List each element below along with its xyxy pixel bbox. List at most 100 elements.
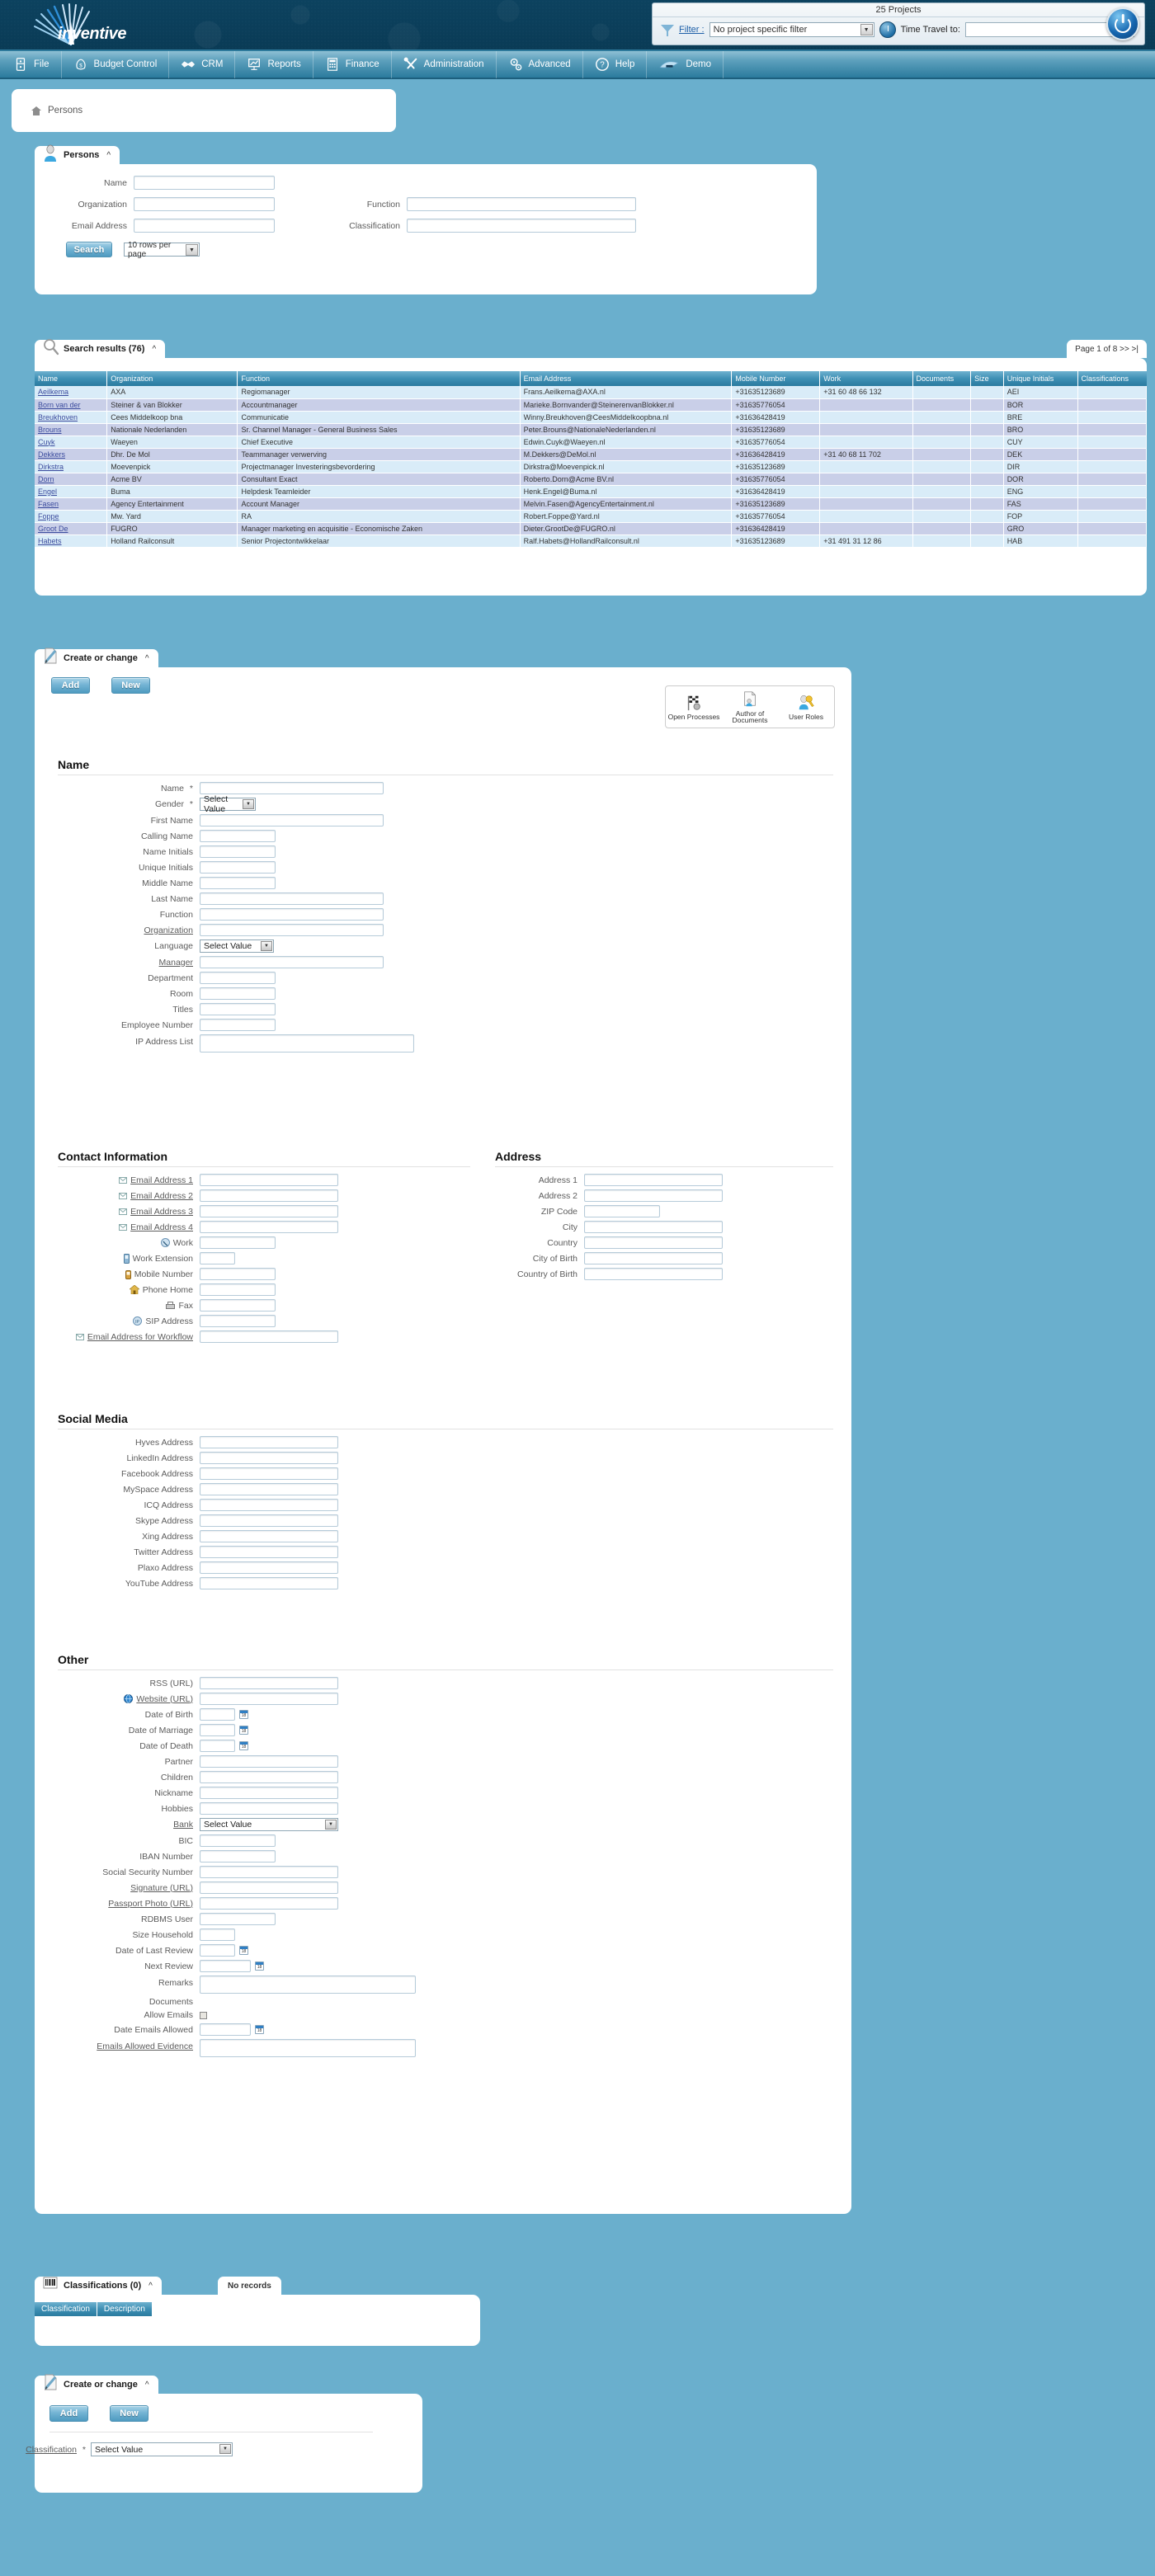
- col-description[interactable]: Description: [97, 2302, 153, 2316]
- field-input-name-initials[interactable]: [200, 845, 276, 858]
- menu-item-finance[interactable]: Finance: [314, 50, 392, 78]
- row-link[interactable]: Fasen: [38, 500, 59, 508]
- field-input-twitter-address[interactable]: [200, 1546, 338, 1558]
- field-label-organization[interactable]: Organization: [58, 925, 200, 935]
- power-icon[interactable]: [1106, 7, 1139, 40]
- field-input-fax[interactable]: [200, 1299, 276, 1312]
- field-input-facebook-address[interactable]: [200, 1467, 338, 1480]
- col-classification[interactable]: Classification: [35, 2302, 97, 2316]
- field-input-skype-address[interactable]: [200, 1514, 338, 1527]
- field-input-mobile-number[interactable]: [200, 1268, 276, 1280]
- field-input-date-of-birth[interactable]: [200, 1708, 235, 1721]
- field-input-phone-home[interactable]: [200, 1283, 276, 1296]
- row-link[interactable]: Groot De: [38, 525, 68, 533]
- action-author-of-documents[interactable]: Author of Documents: [724, 690, 776, 724]
- field-input-manager[interactable]: [200, 956, 384, 968]
- field-input-bank[interactable]: Select Value ▼: [200, 1818, 338, 1831]
- col-classifications[interactable]: Classifications: [1077, 371, 1147, 386]
- calendar-icon[interactable]: [255, 2025, 264, 2034]
- new-button[interactable]: New: [111, 677, 151, 694]
- search-name-input[interactable]: [134, 176, 275, 190]
- menu-item-advanced[interactable]: Advanced: [497, 50, 583, 78]
- col-mobile[interactable]: Mobile Number: [731, 371, 821, 386]
- add-button[interactable]: Add: [51, 677, 90, 694]
- search-email-input[interactable]: [134, 219, 275, 233]
- search-function-input[interactable]: [407, 197, 636, 211]
- row-link[interactable]: Cuyk: [38, 438, 55, 446]
- chevron-up-icon[interactable]: ^: [106, 151, 111, 160]
- search-organization-input[interactable]: [134, 197, 275, 211]
- field-input-rss-url[interactable]: [200, 1677, 338, 1689]
- field-input-country[interactable]: [584, 1236, 723, 1249]
- field-input-email-address-4[interactable]: [200, 1221, 338, 1233]
- field-input-website-url[interactable]: [200, 1693, 338, 1705]
- menu-item-crm[interactable]: CRM: [169, 50, 236, 78]
- field-input-plaxo-address[interactable]: [200, 1561, 338, 1574]
- rows-per-page-select[interactable]: 10 rows per page ▼: [124, 241, 200, 259]
- table-row[interactable]: Breukhoven Cees Middelkoop bna Communicati…: [35, 411, 1147, 424]
- field-label-email-address-4[interactable]: Email Address 4: [58, 1222, 200, 1232]
- field-input-partner[interactable]: [200, 1755, 338, 1768]
- field-label-email-address-2[interactable]: Email Address 2: [58, 1191, 200, 1201]
- field-input-passport-photo-url[interactable]: [200, 1897, 338, 1910]
- search-button[interactable]: Search: [66, 242, 112, 257]
- field-input-ip-address-list[interactable]: [200, 1034, 414, 1053]
- field-input-icq-address[interactable]: [200, 1499, 338, 1511]
- field-label-email-address-3[interactable]: Email Address 3: [58, 1207, 200, 1217]
- classification-create-tab[interactable]: Create or change ^: [35, 2374, 158, 2394]
- persons-tab[interactable]: Persons ^: [35, 144, 120, 164]
- field-input-hyves-address[interactable]: [200, 1436, 338, 1448]
- field-input-city[interactable]: [584, 1221, 723, 1233]
- field-input-zip-code[interactable]: [584, 1205, 660, 1217]
- field-label-manager[interactable]: Manager: [58, 958, 200, 968]
- field-input-xing-address[interactable]: [200, 1530, 338, 1542]
- search-results-tab[interactable]: Search results (76) ^: [35, 338, 166, 358]
- table-row[interactable]: Groot De FUGRO Manager marketing en acquis…: [35, 522, 1147, 535]
- table-row[interactable]: Engel Buma Helpdesk Teamleider Henk.Engel@B…: [35, 485, 1147, 498]
- cell-name[interactable]: Engel: [35, 485, 108, 498]
- field-input-first-name[interactable]: [200, 814, 384, 826]
- field-input-room[interactable]: [200, 987, 276, 1000]
- col-documents[interactable]: Documents: [912, 371, 972, 386]
- row-link[interactable]: Dirkstra: [38, 463, 64, 471]
- table-row[interactable]: Cuyk Waeyen Chief Executive Edwin.Cuyk@Waey…: [35, 436, 1147, 449]
- new-button[interactable]: New: [110, 2405, 149, 2422]
- col-name[interactable]: Name: [35, 371, 108, 386]
- field-input-signature-url[interactable]: [200, 1881, 338, 1894]
- col-size[interactable]: Size: [970, 371, 1004, 386]
- field-input-department[interactable]: [200, 972, 276, 984]
- field-label-email-address-1[interactable]: Email Address 1: [58, 1175, 200, 1185]
- field-input-sip-address[interactable]: [200, 1315, 276, 1327]
- action-open-processes[interactable]: Open Processes: [667, 694, 720, 721]
- field-input-email-address-1[interactable]: [200, 1174, 338, 1186]
- chevron-up-icon[interactable]: ^: [145, 2381, 149, 2390]
- field-label-bank[interactable]: Bank: [58, 1820, 200, 1830]
- field-input-date-of-last-review[interactable]: [200, 1944, 235, 1957]
- row-link[interactable]: Brouns: [38, 426, 62, 434]
- filter-link[interactable]: Filter :: [679, 25, 705, 35]
- chevron-up-icon[interactable]: ^: [152, 345, 156, 354]
- field-input-children[interactable]: [200, 1771, 338, 1783]
- cell-name[interactable]: Groot De: [35, 522, 108, 535]
- cell-name[interactable]: Foppe: [35, 510, 108, 523]
- table-row[interactable]: Born van der Steiner & van Blokker Account…: [35, 398, 1147, 412]
- field-input-country-of-birth[interactable]: [584, 1268, 723, 1280]
- col-work[interactable]: Work: [819, 371, 913, 386]
- field-input-address-2[interactable]: [584, 1189, 723, 1202]
- row-link[interactable]: Born van der: [38, 401, 81, 409]
- field-input-titles[interactable]: [200, 1003, 276, 1015]
- table-row[interactable]: Dorn Acme BV Consultant Exact Roberto.Dorn@…: [35, 473, 1147, 486]
- field-input-social-security-number[interactable]: [200, 1866, 338, 1878]
- field-input-bic[interactable]: [200, 1834, 276, 1847]
- table-row[interactable]: Fasen Agency Entertainment Account Manager…: [35, 497, 1147, 511]
- row-link[interactable]: Dorn: [38, 475, 54, 483]
- field-input-employee-number[interactable]: [200, 1019, 276, 1031]
- row-link[interactable]: Habets: [38, 537, 62, 545]
- field-input-date-of-death[interactable]: [200, 1740, 235, 1752]
- table-row[interactable]: Habets Holland Railconsult Senior Projecto…: [35, 535, 1147, 548]
- cell-name[interactable]: Habets: [35, 535, 108, 548]
- field-input-date-of-marriage[interactable]: [200, 1724, 235, 1736]
- field-input-email-address-3[interactable]: [200, 1205, 338, 1217]
- chevron-up-icon[interactable]: ^: [148, 2282, 153, 2291]
- calendar-icon[interactable]: [239, 1741, 248, 1750]
